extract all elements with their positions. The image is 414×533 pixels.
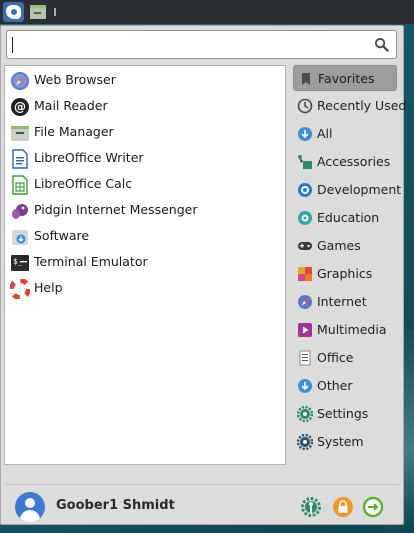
category-internet[interactable]: Internet xyxy=(293,289,397,315)
app-label: LibreOffice Writer xyxy=(34,150,144,165)
file-manager-launcher[interactable] xyxy=(28,2,49,22)
category-label: System xyxy=(317,434,364,449)
graphics-icon xyxy=(298,267,312,281)
category-accessories[interactable]: Accessories xyxy=(293,149,397,175)
app-label: Terminal Emulator xyxy=(34,254,148,269)
user-head-shape xyxy=(25,498,35,508)
user-body-shape xyxy=(20,510,40,522)
category-favorites[interactable]: Favorites xyxy=(293,65,397,91)
pidgin-icon xyxy=(12,204,28,219)
user-name: Goober1 Shmidt xyxy=(56,498,175,513)
app-label: Web Browser xyxy=(34,72,116,87)
internet-icon xyxy=(298,295,312,309)
app-label: Software xyxy=(34,228,90,243)
download-icon xyxy=(298,127,312,141)
search-input[interactable] xyxy=(11,34,361,55)
app-label: File Manager xyxy=(34,124,114,139)
category-recently-used[interactable]: Recently Used xyxy=(293,93,406,119)
app-label: Pidgin Internet Messenger xyxy=(34,202,198,217)
category-multimedia[interactable]: Multimedia xyxy=(293,317,397,343)
app-terminal-emulator[interactable]: $_ Terminal Emulator xyxy=(7,251,283,275)
category-label: Education xyxy=(317,210,380,225)
top-panel xyxy=(0,0,414,24)
settings-manager-icon[interactable] xyxy=(300,496,322,518)
app-label: Help xyxy=(34,280,63,295)
app-mail-reader[interactable]: @ Mail Reader xyxy=(7,95,283,119)
category-label: Development xyxy=(317,182,402,197)
app-libreoffice-calc[interactable]: LibreOffice Calc xyxy=(7,173,283,197)
whisker-menu: Web Browser @ Mail Reader File Manager L… xyxy=(0,25,406,525)
gamepad-icon xyxy=(298,242,312,250)
whisker-menu-button[interactable] xyxy=(3,2,24,22)
bookmark-icon xyxy=(302,73,310,85)
terminal-icon: $_ xyxy=(11,255,29,271)
category-label: Internet xyxy=(317,294,367,309)
accessories-icon xyxy=(298,155,312,169)
mail-reader-icon: @ xyxy=(11,98,29,116)
avatar xyxy=(15,492,45,522)
category-education[interactable]: Education xyxy=(293,205,397,231)
log-out-icon[interactable] xyxy=(362,496,384,518)
category-label: Graphics xyxy=(317,266,373,281)
app-label: LibreOffice Calc xyxy=(34,176,133,191)
system-icon xyxy=(297,434,313,450)
svg-text:@: @ xyxy=(14,100,26,114)
category-settings[interactable]: Settings xyxy=(293,401,397,427)
search-box[interactable] xyxy=(6,30,397,59)
category-other[interactable]: Other xyxy=(293,373,397,399)
software-icon xyxy=(12,230,28,245)
category-label: Settings xyxy=(317,406,369,421)
multimedia-icon xyxy=(298,323,312,337)
file-manager-icon xyxy=(11,126,29,141)
search-icon[interactable] xyxy=(374,37,389,52)
office-icon xyxy=(299,350,311,366)
category-all[interactable]: All xyxy=(293,121,397,147)
category-label: Favorites xyxy=(318,71,375,86)
settings-icon xyxy=(297,406,313,422)
category-graphics[interactable]: Graphics xyxy=(293,261,397,287)
help-icon xyxy=(10,279,30,299)
category-system[interactable]: System xyxy=(293,429,397,455)
app-label: Mail Reader xyxy=(34,98,108,113)
category-label: Games xyxy=(317,238,361,253)
app-libreoffice-writer[interactable]: LibreOffice Writer xyxy=(7,147,283,171)
education-icon xyxy=(298,211,312,225)
app-software[interactable]: Software xyxy=(7,225,283,249)
web-browser-icon xyxy=(11,72,29,90)
category-list: Favorites Recently Used All Accessories … xyxy=(291,65,406,465)
app-help[interactable]: Help xyxy=(7,277,283,301)
category-label: Recently Used xyxy=(317,98,407,113)
category-label: Accessories xyxy=(317,154,391,169)
development-icon xyxy=(298,183,312,197)
category-label: Office xyxy=(317,350,354,365)
category-label: Other xyxy=(317,378,353,393)
folder-icon xyxy=(30,5,46,19)
category-office[interactable]: Office xyxy=(293,345,397,371)
app-pidgin[interactable]: Pidgin Internet Messenger xyxy=(7,199,283,223)
libreoffice-calc-icon xyxy=(12,175,28,195)
mouse-icon xyxy=(6,5,21,19)
footer-divider xyxy=(5,484,399,485)
category-games[interactable]: Games xyxy=(293,233,397,259)
libreoffice-writer-icon xyxy=(12,149,28,169)
app-file-manager[interactable]: File Manager xyxy=(7,121,283,145)
favorites-list: Web Browser @ Mail Reader File Manager L… xyxy=(4,65,286,465)
clock-icon xyxy=(297,98,313,114)
lock-screen-icon[interactable] xyxy=(332,496,354,518)
panel-separator xyxy=(54,8,56,16)
category-label: Multimedia xyxy=(317,322,387,337)
app-web-browser[interactable]: Web Browser xyxy=(7,69,283,93)
other-icon xyxy=(298,379,312,393)
category-label: All xyxy=(317,126,333,141)
category-development[interactable]: Development xyxy=(293,177,401,203)
